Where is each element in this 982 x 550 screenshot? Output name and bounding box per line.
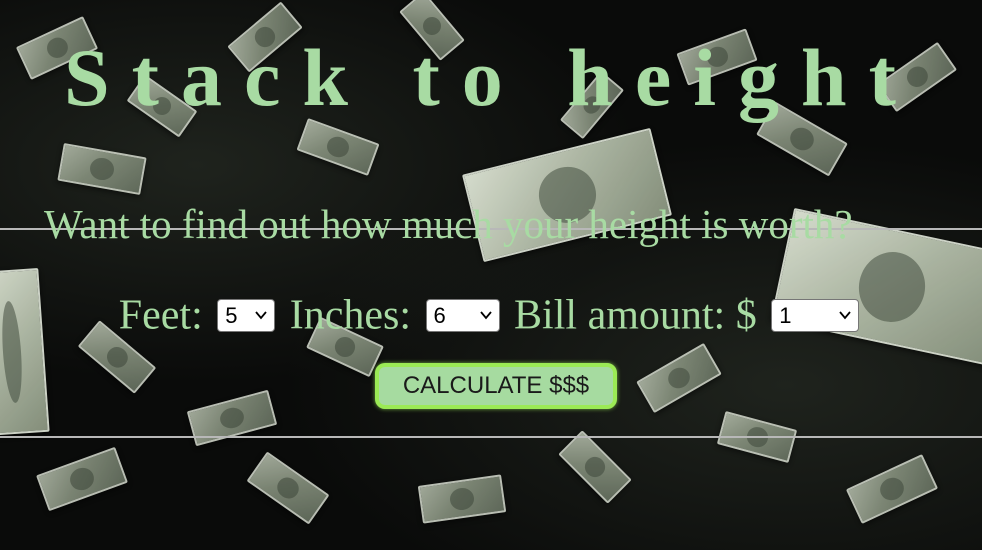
page-title: Stack to height — [64, 32, 918, 123]
bill-amount-select[interactable]: 1 — [771, 298, 860, 332]
bill-amount-select-value: 1 — [779, 302, 792, 328]
bill-decoration — [246, 451, 330, 525]
calculate-button[interactable]: CALCULATE $$$ — [375, 363, 617, 409]
bill-amount-label: Bill amount: $ — [514, 292, 757, 339]
chevron-down-icon — [255, 311, 267, 320]
feet-select[interactable]: 5 — [217, 298, 276, 332]
bill-decoration — [417, 474, 507, 524]
chevron-down-icon — [479, 311, 492, 320]
form-row: Feet: 5 Inches: 6 Bill amount: $ 1 — [0, 286, 982, 341]
chevron-down-icon — [839, 311, 851, 320]
inches-label: Inches: — [289, 292, 412, 339]
feet-label: Feet: — [118, 292, 203, 339]
bill-decoration — [845, 454, 939, 524]
feet-select-value: 5 — [225, 302, 238, 328]
inches-select[interactable]: 6 — [425, 298, 500, 332]
bill-decoration — [36, 446, 128, 512]
bill-decoration — [57, 142, 147, 196]
inches-select-value: 6 — [433, 302, 446, 328]
bill-decoration — [558, 430, 632, 504]
form-legend: Want to find out how much your height is… — [44, 201, 853, 247]
